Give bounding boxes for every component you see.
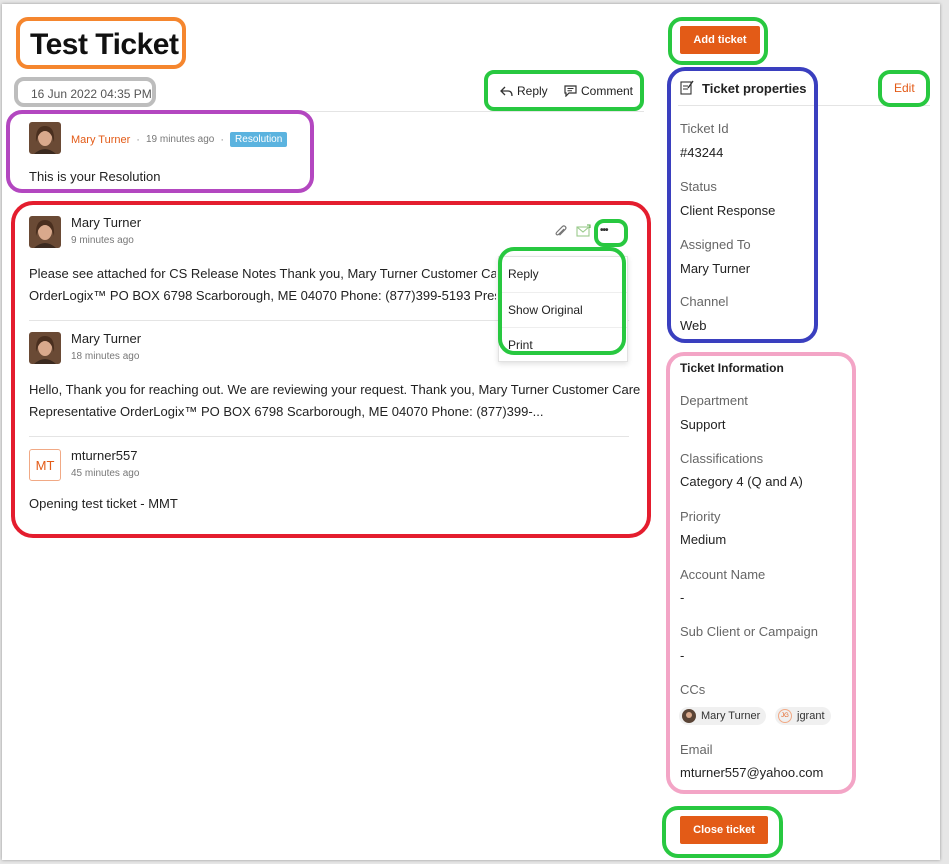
cc-chip[interactable]: JG jgrant bbox=[775, 707, 831, 725]
avatar-initials: JG bbox=[778, 709, 792, 723]
add-ticket-button[interactable]: Add ticket bbox=[680, 26, 760, 54]
sub-client-value: - bbox=[680, 648, 685, 663]
message-divider bbox=[29, 436, 629, 437]
email-label: Email bbox=[680, 742, 713, 757]
reply-label: Reply bbox=[517, 84, 548, 98]
menu-item-print[interactable]: Print bbox=[499, 327, 627, 362]
avatar-initials: MT bbox=[29, 449, 61, 481]
department-label: Department bbox=[680, 393, 748, 408]
priority-label: Priority bbox=[680, 509, 721, 524]
channel-value: Web bbox=[680, 318, 707, 333]
ticket-id-label: Ticket Id bbox=[680, 121, 729, 136]
resolution-meta: Mary Turner · 19 minutes ago · Resolutio… bbox=[71, 132, 288, 147]
message-time: 45 minutes ago bbox=[71, 468, 140, 479]
ticket-information-title: Ticket Information bbox=[680, 361, 784, 375]
assigned-to-value: Mary Turner bbox=[680, 261, 751, 276]
attachment-icon[interactable] bbox=[554, 225, 568, 244]
message-body: Opening test ticket - MMT bbox=[29, 496, 178, 511]
properties-divider bbox=[678, 105, 930, 106]
close-ticket-button[interactable]: Close ticket bbox=[680, 816, 768, 844]
ticket-created-date: 16 Jun 2022 04:35 PM bbox=[31, 87, 152, 101]
status-value: Client Response bbox=[680, 203, 776, 218]
edit-note-icon bbox=[680, 80, 694, 100]
cc-name: jgrant bbox=[797, 710, 825, 722]
classifications-label: Classifications bbox=[680, 451, 764, 466]
priority-value: Medium bbox=[680, 532, 727, 547]
account-name-value: - bbox=[680, 590, 685, 605]
resolution-text: This is your Resolution bbox=[29, 169, 161, 184]
account-name-label: Account Name bbox=[680, 567, 766, 582]
comment-icon bbox=[564, 85, 577, 97]
message-body: Hello, Thank you for reaching out. We ar… bbox=[29, 382, 641, 397]
message-body: Please see attached for CS Release Notes… bbox=[29, 266, 496, 281]
status-label: Status bbox=[680, 179, 717, 194]
page-title: Test Ticket bbox=[30, 28, 179, 61]
ticket-properties-title: Ticket properties bbox=[702, 81, 807, 96]
department-value: Support bbox=[680, 417, 726, 432]
ccs-label: CCs bbox=[680, 682, 706, 697]
email-value: mturner557@yahoo.com bbox=[680, 765, 824, 780]
envelope-icon[interactable] bbox=[576, 224, 592, 243]
cc-chip[interactable]: Mary Turner bbox=[679, 707, 767, 725]
message-author: mturner557 bbox=[71, 448, 138, 463]
menu-item-show-original[interactable]: Show Original bbox=[499, 292, 627, 327]
avatar bbox=[682, 709, 696, 723]
resolution-author[interactable]: Mary Turner bbox=[71, 134, 130, 146]
ticket-id-value: #43244 bbox=[680, 145, 724, 160]
resolution-badge: Resolution bbox=[230, 132, 288, 147]
message-time: 9 minutes ago bbox=[71, 235, 134, 246]
avatar bbox=[29, 216, 61, 248]
resolution-time: 19 minutes ago bbox=[145, 134, 215, 145]
reply-icon bbox=[500, 86, 513, 96]
sub-client-label: Sub Client or Campaign bbox=[680, 624, 819, 639]
message-author: Mary Turner bbox=[71, 215, 142, 230]
comment-button[interactable]: Comment bbox=[564, 84, 633, 98]
menu-item-reply[interactable]: Reply bbox=[499, 257, 627, 292]
header-divider bbox=[16, 111, 644, 112]
more-options-menu: Reply Show Original Print bbox=[498, 256, 628, 362]
cc-name: Mary Turner bbox=[701, 710, 761, 722]
annotation-thread-box bbox=[11, 201, 651, 538]
message-author: Mary Turner bbox=[71, 331, 142, 346]
comment-label: Comment bbox=[581, 84, 634, 98]
message-body: Representative OrderLogix™ PO BOX 6798 S… bbox=[29, 404, 544, 419]
classifications-value: Category 4 (Q and A) bbox=[680, 474, 803, 489]
message-body: OrderLogix™ PO BOX 6798 Scarborough, ME … bbox=[29, 288, 496, 303]
reply-button[interactable]: Reply bbox=[500, 84, 548, 98]
assigned-to-label: Assigned To bbox=[680, 237, 751, 252]
message-time: 18 minutes ago bbox=[71, 351, 140, 362]
ticket-page: Test Ticket 16 Jun 2022 04:35 PM Reply C… bbox=[2, 4, 940, 860]
avatar bbox=[29, 332, 61, 364]
channel-label: Channel bbox=[680, 294, 729, 309]
avatar bbox=[29, 122, 61, 154]
more-options-button[interactable]: ••• bbox=[600, 225, 608, 236]
edit-link[interactable]: Edit bbox=[894, 81, 915, 95]
separator-dot: · bbox=[220, 133, 225, 146]
separator-dot: · bbox=[136, 133, 140, 146]
